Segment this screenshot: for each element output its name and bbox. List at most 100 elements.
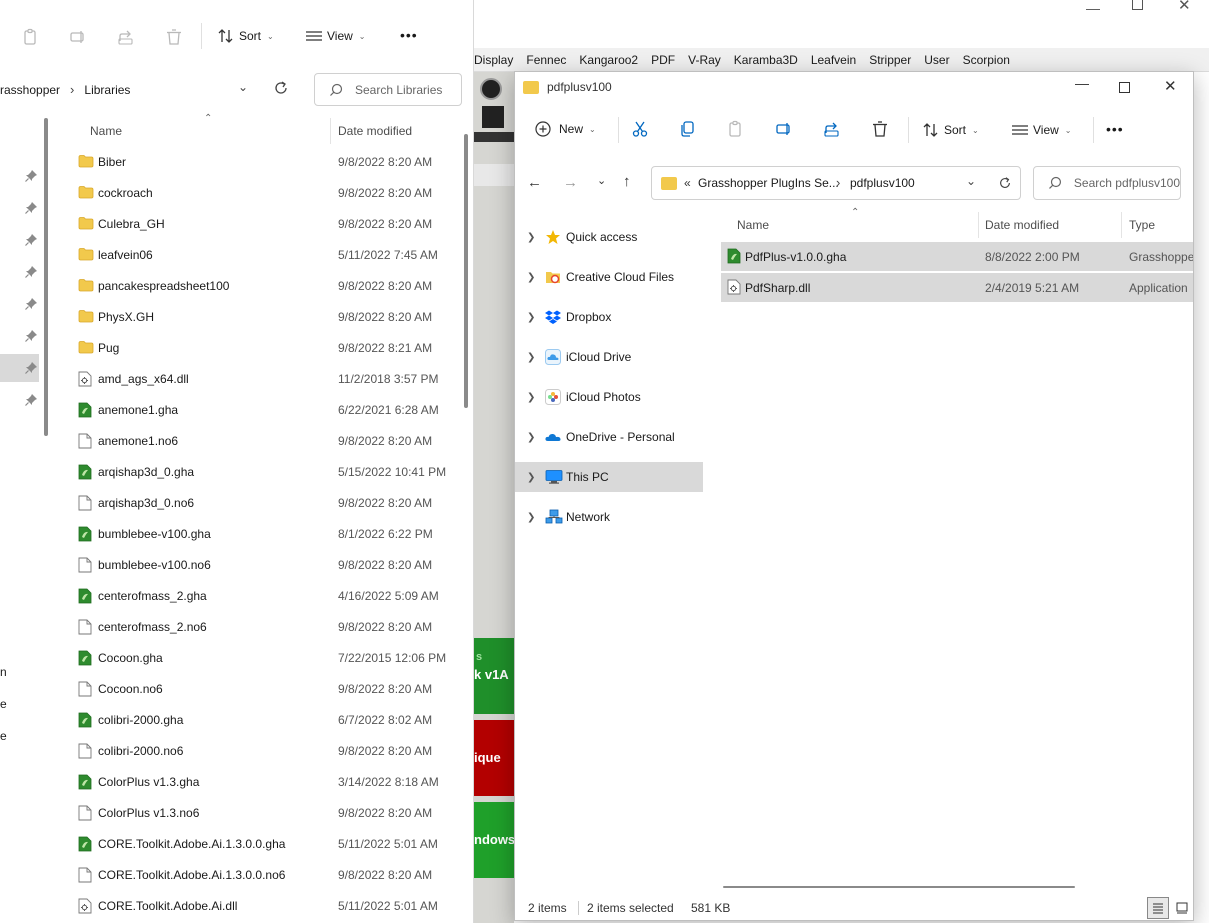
list-item[interactable]: ColorPlus v1.3.gha 3/14/2022 8:18 AM: [60, 767, 460, 798]
grasshopper-tab[interactable]: Fennec: [526, 53, 566, 67]
grasshopper-tab[interactable]: Stripper: [869, 53, 911, 67]
search-input[interactable]: Search pdfplusv100: [1033, 166, 1181, 200]
list-item[interactable]: CORE.Toolkit.Adobe.Ai.dll 5/11/2022 5:01 …: [60, 891, 460, 922]
address-bar[interactable]: « Grasshopper PlugIns Se... › pdfplusv10…: [651, 166, 1021, 200]
pin-icon[interactable]: [24, 329, 38, 343]
view-button[interactable]: View ⌄: [305, 28, 366, 44]
list-item[interactable]: PdfPlus-v1.0.0.gha 8/8/2022 2:00 PM Grassh…: [721, 242, 1193, 271]
grasshopper-tab[interactable]: Kangaroo2: [579, 53, 638, 67]
grasshopper-tab[interactable]: V-Ray: [688, 53, 721, 67]
list-item[interactable]: Cocoon.gha 7/22/2015 12:06 PM: [60, 643, 460, 674]
breadcrumb-segment[interactable]: pdfplusv100: [850, 176, 915, 190]
nav-item-dropbox[interactable]: ❯ Dropbox: [515, 302, 703, 332]
grasshopper-tab[interactable]: PDF: [651, 53, 675, 67]
plugin-tile[interactable]: ique: [474, 720, 514, 796]
list-item[interactable]: ColorPlus v1.3.no6 9/8/2022 8:20 AM: [60, 798, 460, 829]
list-item[interactable]: CORE.Toolkit.Adobe.Ai.1.3.0.0.no6 9/8/202…: [60, 860, 460, 891]
pin-icon[interactable]: [24, 201, 38, 215]
list-item[interactable]: bumblebee-v100.no6 9/8/2022 8:20 AM: [60, 550, 460, 581]
delete-icon[interactable]: [869, 118, 891, 140]
pin-icon[interactable]: [24, 297, 38, 311]
list-item[interactable]: centerofmass_2.gha 4/16/2022 5:09 AM: [60, 581, 460, 612]
view-button[interactable]: View ⌄: [1011, 122, 1072, 138]
list-item[interactable]: amd_ags_x64.dll 11/2/2018 3:57 PM: [60, 364, 460, 395]
close-icon[interactable]: ✕: [1178, 0, 1191, 14]
component-icon[interactable]: [480, 78, 502, 100]
list-item[interactable]: PhysX.GH 9/8/2022 8:20 AM: [60, 302, 460, 333]
list-item[interactable]: centerofmass_2.no6 9/8/2022 8:20 AM: [60, 612, 460, 643]
chevron-right-icon[interactable]: ❯: [527, 232, 535, 243]
breadcrumb-segment[interactable]: Libraries: [84, 83, 130, 97]
list-item[interactable]: PdfSharp.dll 2/4/2019 5:21 AM Application: [721, 273, 1193, 302]
file-list-scrollbar[interactable]: [464, 134, 468, 408]
large-icons-view-icon[interactable]: [1173, 899, 1191, 917]
nav-item-creative-cloud[interactable]: ❯ Creative Cloud Files: [515, 262, 703, 292]
list-item[interactable]: colibri-2000.no6 9/8/2022 8:20 AM: [60, 736, 460, 767]
copy-icon[interactable]: [677, 118, 699, 140]
sort-button[interactable]: Sort ⌄: [217, 28, 274, 44]
column-header-date-modified[interactable]: Date modified: [985, 218, 1059, 232]
column-header-type[interactable]: Type: [1129, 218, 1155, 232]
column-header-name[interactable]: Name: [737, 218, 769, 232]
pin-icon[interactable]: [24, 361, 38, 375]
list-item[interactable]: bumblebee-v100.gha 8/1/2022 6:22 PM: [60, 519, 460, 550]
up-arrow-icon[interactable]: ↑: [623, 173, 631, 190]
nav-item-icloud-drive[interactable]: ❯ iCloud Drive: [515, 342, 703, 372]
chevron-right-icon[interactable]: ❯: [527, 472, 535, 483]
list-item[interactable]: Culebra_GH 9/8/2022 8:20 AM: [60, 209, 460, 240]
maximize-icon[interactable]: [1132, 0, 1143, 10]
nav-scrollbar[interactable]: [44, 118, 48, 436]
address-overflow[interactable]: «: [684, 176, 691, 190]
nav-item-star[interactable]: ❯ Quick access: [515, 222, 703, 252]
breadcrumb[interactable]: rasshopper › Libraries: [0, 82, 130, 97]
rename-icon[interactable]: [773, 118, 795, 140]
chevron-down-icon[interactable]: ⌄: [238, 80, 248, 94]
list-item[interactable]: cockroach 9/8/2022 8:20 AM: [60, 178, 460, 209]
column-divider[interactable]: [330, 118, 331, 144]
chevron-right-icon[interactable]: ❯: [527, 432, 535, 443]
plugin-tile[interactable]: ndows: [474, 802, 514, 878]
close-icon[interactable]: ✕: [1164, 77, 1177, 95]
recent-locations-icon[interactable]: ⌄: [597, 174, 606, 187]
rename-icon[interactable]: [67, 26, 89, 48]
details-view-icon[interactable]: [1147, 897, 1169, 919]
refresh-icon[interactable]: [273, 80, 289, 99]
more-options-button[interactable]: •••: [400, 27, 418, 43]
grasshopper-tab[interactable]: Leafvein: [811, 53, 856, 67]
list-item[interactable]: arqishap3d_0.no6 9/8/2022 8:20 AM: [60, 488, 460, 519]
list-item[interactable]: Pug 9/8/2022 8:21 AM: [60, 333, 460, 364]
chevron-right-icon[interactable]: ❯: [527, 312, 535, 323]
chevron-right-icon[interactable]: ❯: [527, 392, 535, 403]
grasshopper-tab[interactable]: Display: [474, 53, 513, 67]
horizontal-scrollbar[interactable]: [723, 886, 1075, 888]
new-button[interactable]: New ⌄: [535, 121, 596, 137]
grasshopper-tab[interactable]: Scorpion: [963, 53, 1010, 67]
list-item[interactable]: Cocoon.no6 9/8/2022 8:20 AM: [60, 674, 460, 705]
search-input[interactable]: Search Libraries: [314, 73, 462, 106]
maximize-icon[interactable]: [1119, 82, 1130, 93]
breadcrumb-segment[interactable]: Grasshopper PlugIns Se...: [698, 176, 839, 190]
plugin-tile[interactable]: s k v1A: [474, 638, 514, 714]
breadcrumb-segment[interactable]: rasshopper: [0, 83, 60, 97]
pin-icon[interactable]: [24, 169, 38, 183]
nav-item-this-pc[interactable]: ❯ This PC: [515, 462, 703, 492]
column-header-date-modified[interactable]: Date modified: [338, 124, 412, 138]
pin-icon[interactable]: [24, 265, 38, 279]
nav-item-network[interactable]: ❯ Network: [515, 502, 703, 532]
refresh-icon[interactable]: [998, 176, 1012, 193]
list-item[interactable]: leafvein06 5/11/2022 7:45 AM: [60, 240, 460, 271]
share-icon[interactable]: [115, 26, 137, 48]
back-arrow-icon[interactable]: ←: [527, 174, 542, 191]
pin-icon[interactable]: [24, 233, 38, 247]
list-item[interactable]: pancakespreadsheet100 9/8/2022 8:20 AM: [60, 271, 460, 302]
minimize-icon[interactable]: —: [1075, 75, 1089, 91]
list-item[interactable]: CORE.Toolkit.Adobe.Ai.1.3.0.0.gha 5/11/20…: [60, 829, 460, 860]
delete-icon[interactable]: [163, 26, 185, 48]
forward-arrow-icon[interactable]: →: [563, 174, 578, 191]
grasshopper-tab[interactable]: User: [924, 53, 949, 67]
more-options-button[interactable]: •••: [1106, 121, 1124, 137]
list-item[interactable]: Biber 9/8/2022 8:20 AM: [60, 147, 460, 178]
column-divider[interactable]: [1121, 212, 1122, 238]
column-divider[interactable]: [978, 212, 979, 238]
sort-button[interactable]: Sort ⌄: [922, 122, 979, 138]
